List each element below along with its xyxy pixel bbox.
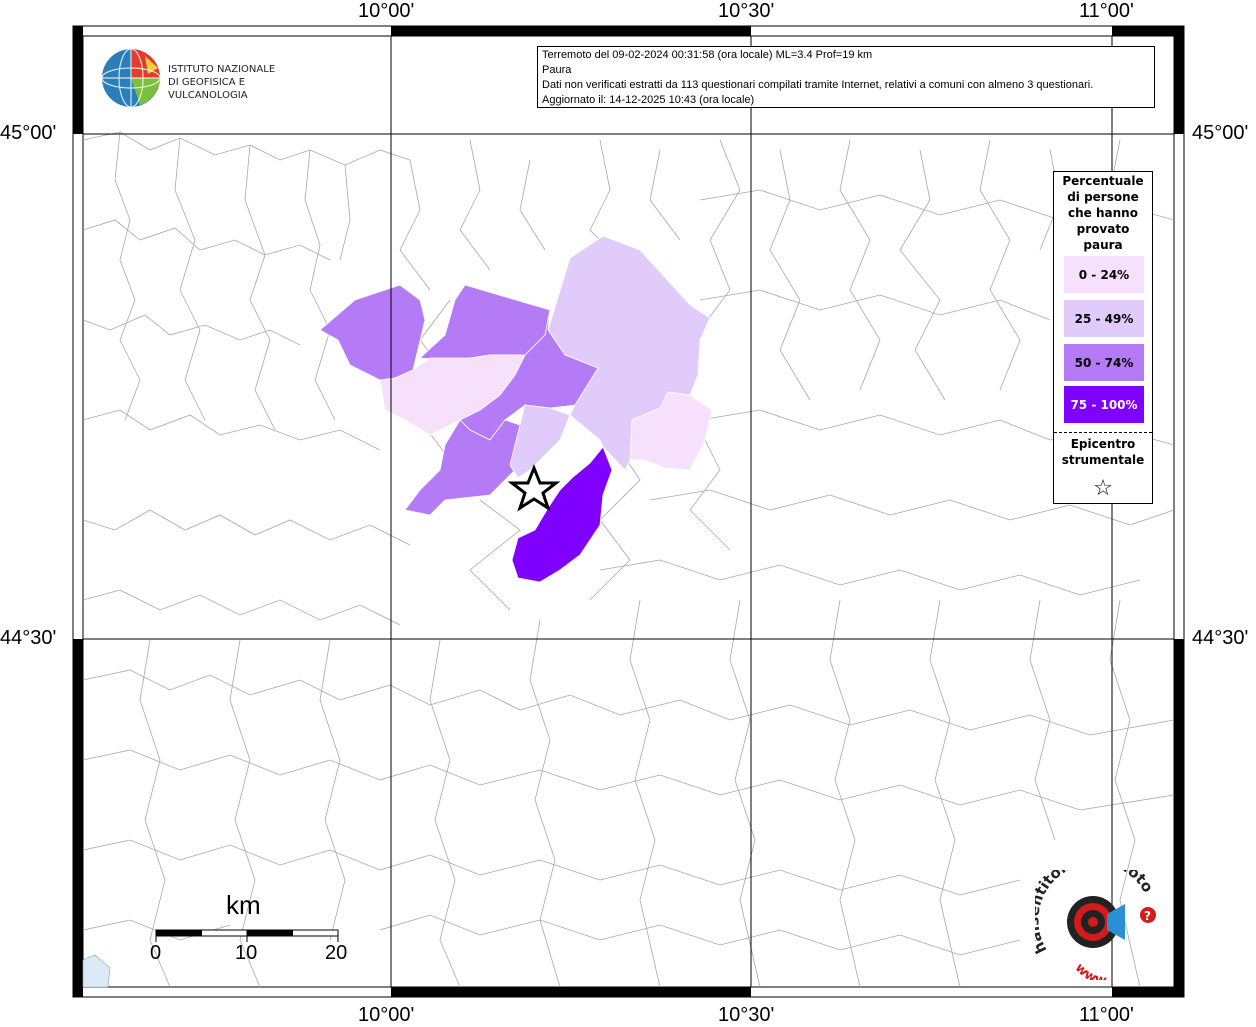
legend-epicenter-line: Epicentro [1070, 437, 1136, 451]
scale-tick-20: 20 [325, 942, 348, 964]
lat-label-left-4500: 45°00' [0, 122, 57, 144]
lat-label-right-4430: 44°30' [1192, 627, 1249, 649]
legend: Percentuale di persone che hanno provato… [1053, 171, 1153, 504]
legend-title-line: che hanno [1068, 206, 1138, 220]
info-box: Terremoto del 09-02-2024 00:31:58 (ora l… [537, 46, 1155, 108]
lon-label-top-1030: 10°30' [718, 0, 775, 22]
lat-label-left-4430: 44°30' [0, 627, 57, 649]
polygon-50-74-west [319, 284, 426, 381]
legend-star-icon: ☆ [1093, 476, 1113, 501]
legend-title-line: Percentuale [1062, 174, 1144, 188]
legend-title-line: paura [1083, 238, 1123, 252]
polygon-50-74-southwest [404, 419, 526, 516]
ingv-logo: ISTITUTO NAZIONALE DI GEOFISICA E VULCAN… [100, 46, 310, 110]
legend-item-0-24: 0 - 24% [1064, 256, 1144, 293]
scale-bar: km 0 10 20 [150, 890, 350, 970]
map-frame-outer [72, 25, 1185, 998]
scale-tick-0: 0 [150, 942, 162, 964]
ingv-line2: DI GEOFISICA E VULCANOLOGIA [168, 77, 248, 101]
scale-unit: km [226, 890, 261, 920]
legend-item-label: 25 - 49% [1074, 311, 1134, 326]
scale-tick-10: 10 [235, 942, 258, 964]
hst-logo-graphic: ? haisentitoilterremoto.it www. [1024, 849, 1157, 988]
polygon-50-74-north [419, 284, 551, 361]
legend-epicenter-label: Epicentro strumentale [1054, 436, 1152, 468]
legend-divider [1054, 432, 1152, 433]
felt-polygons [319, 235, 713, 583]
lon-label-top-1100: 11°00' [1079, 0, 1134, 22]
sea [82, 954, 111, 988]
legend-title-line: provato [1076, 222, 1130, 236]
legend-item-75-100: 75 - 100% [1064, 386, 1144, 423]
svg-text:www.: www. [1072, 960, 1110, 980]
hst-logo: ? haisentitoilterremoto.it www. [1024, 849, 1170, 988]
info-event: Terremoto del 09-02-2024 00:31:58 (ora l… [542, 49, 873, 61]
legend-item-25-49: 25 - 49% [1064, 300, 1144, 337]
legend-item-label: 0 - 24% [1078, 267, 1130, 282]
lon-label-top-1000: 10°00' [358, 0, 415, 22]
frame-bars [73, 26, 1184, 997]
ingv-line1: ISTITUTO NAZIONALE [168, 64, 276, 75]
legend-title-line: di persone [1067, 190, 1139, 204]
info-parameter: Paura [542, 64, 572, 76]
legend-item-label: 75 - 100% [1070, 397, 1138, 412]
legend-epicenter-line: strumentale [1061, 453, 1145, 467]
info-source: Dati non verificati estratti da 113 ques… [542, 79, 1094, 91]
polygon-25-49-small [509, 404, 571, 479]
legend-title: Percentuale di persone che hanno provato… [1054, 173, 1152, 253]
globe-icon [101, 48, 161, 108]
info-updated: Aggiornato il: 14-12-2025 10:43 (ora loc… [542, 94, 755, 106]
lat-label-right-4500: 45°00' [1192, 122, 1249, 144]
svg-text:?: ? [1144, 909, 1151, 923]
legend-item-label: 50 - 74% [1074, 355, 1134, 370]
legend-item-50-74: 50 - 74% [1064, 344, 1144, 381]
